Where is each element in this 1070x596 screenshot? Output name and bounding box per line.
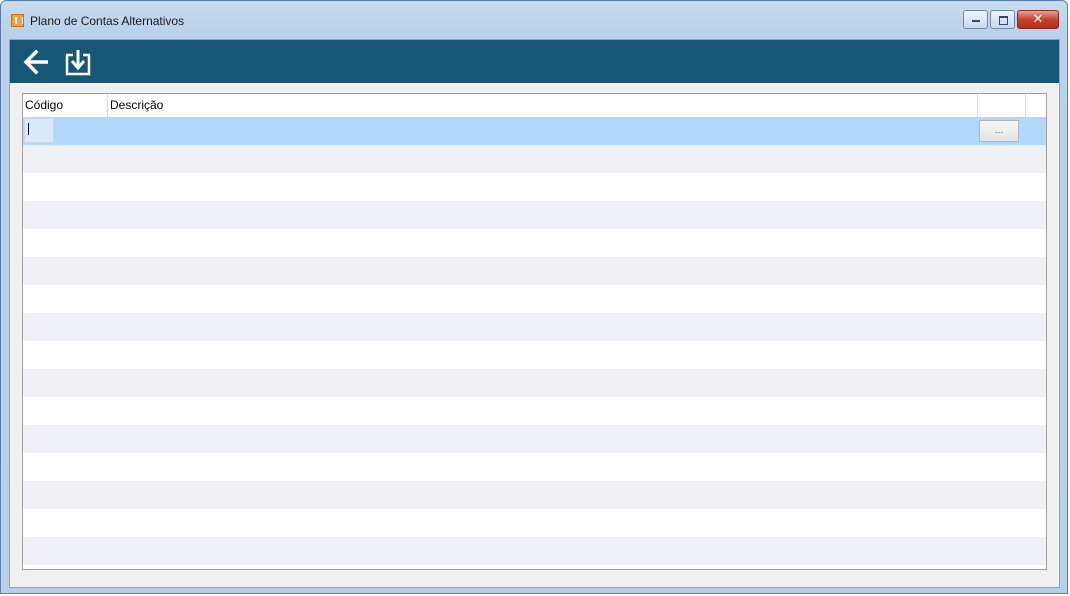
- title-bar[interactable]: Plano de Contas Alternativos ✕: [1, 1, 1067, 37]
- text-caret: [28, 123, 29, 135]
- table-row: [23, 285, 1046, 313]
- table-row: [23, 425, 1046, 453]
- table-row: [23, 453, 1046, 481]
- close-icon: ✕: [1032, 12, 1044, 27]
- window-title: Plano de Contas Alternativos: [30, 14, 185, 28]
- table-row: [23, 481, 1046, 509]
- column-header-action: [978, 94, 1026, 117]
- accounts-grid[interactable]: Código Descrição ...: [22, 93, 1047, 570]
- application-window: Plano de Contas Alternativos ✕ Código De…: [0, 0, 1068, 594]
- table-row: [23, 257, 1046, 285]
- arrow-left-icon: [23, 49, 48, 75]
- window-controls: ✕: [961, 10, 1059, 29]
- table-row: [23, 509, 1046, 537]
- minimize-icon: [964, 11, 987, 28]
- column-header-descricao[interactable]: Descrição: [108, 94, 978, 117]
- table-row: [23, 369, 1046, 397]
- import-button[interactable]: [62, 46, 94, 78]
- close-button[interactable]: ✕: [1017, 10, 1059, 29]
- lookup-button[interactable]: ...: [979, 120, 1019, 142]
- table-row: [23, 201, 1046, 229]
- table-row: [23, 145, 1046, 173]
- editor-row[interactable]: ...: [23, 117, 1046, 145]
- minimize-button[interactable]: [963, 10, 988, 29]
- table-row: [23, 341, 1046, 369]
- grid-rows: ...: [23, 117, 1046, 569]
- grid-header: Código Descrição: [23, 94, 1046, 118]
- maximize-button[interactable]: [990, 10, 1015, 29]
- client-area: Código Descrição ...: [9, 39, 1060, 588]
- table-row: [23, 313, 1046, 341]
- download-tray-icon: [65, 50, 91, 76]
- table-row: [23, 565, 1046, 569]
- table-row: [23, 173, 1046, 201]
- column-header-codigo[interactable]: Código: [23, 94, 108, 117]
- app-logo-icon: [11, 14, 24, 27]
- codigo-input[interactable]: [24, 118, 54, 143]
- back-button[interactable]: [20, 46, 52, 78]
- maximize-icon: [991, 11, 1014, 28]
- table-row: [23, 397, 1046, 425]
- table-row: [23, 229, 1046, 257]
- table-row: [23, 537, 1046, 565]
- toolbar: [10, 40, 1059, 83]
